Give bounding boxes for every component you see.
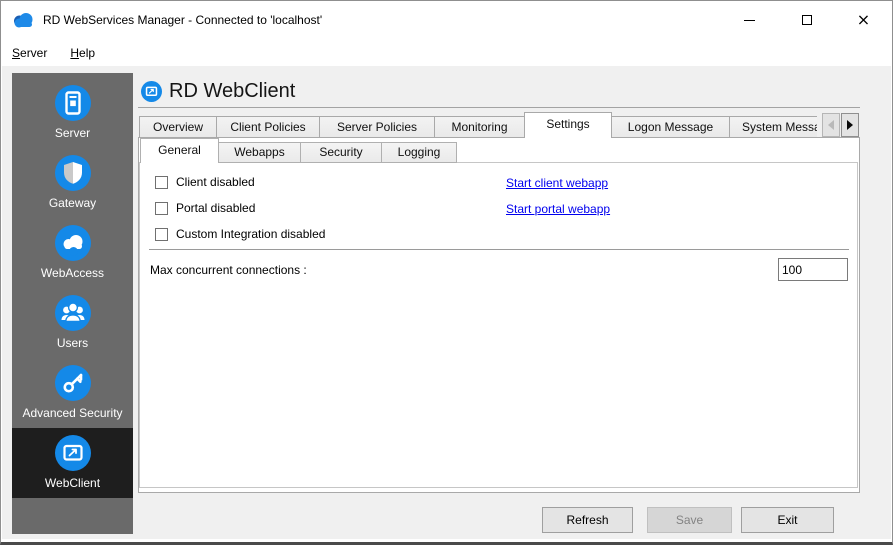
scroll-left-icon — [828, 120, 834, 130]
start-portal-webapp-link[interactable]: Start portal webapp — [506, 202, 610, 216]
title-bar: RD WebServices Manager - Connected to 'l… — [1, 1, 892, 39]
general-tab-page: Client disabled Start client webapp Port… — [139, 162, 858, 488]
secondary-tab-strip: General Webapps Security Logging — [140, 138, 457, 163]
app-cloud-icon — [14, 13, 33, 28]
app-window: RD WebServices Manager - Connected to 'l… — [0, 0, 893, 545]
key-icon — [54, 365, 91, 401]
tab-scroll-left-button[interactable] — [822, 113, 840, 137]
client-area: Server Gateway WebAccess Users Advanced … — [2, 66, 891, 539]
tab-webapps[interactable]: Webapps — [218, 142, 301, 163]
primary-tab-strip: Overview Client Policies Server Policies… — [139, 112, 817, 138]
checkbox-label: Client disabled — [176, 175, 255, 189]
checkbox-label: Portal disabled — [176, 201, 256, 215]
minimize-button[interactable] — [721, 1, 778, 39]
start-client-webapp-link[interactable]: Start client webapp — [506, 176, 608, 190]
tab-client-policies[interactable]: Client Policies — [216, 116, 320, 138]
sidebar-item-webclient[interactable]: WebClient — [12, 428, 133, 498]
server-icon — [54, 85, 91, 121]
shield-icon — [54, 155, 91, 191]
cloud-icon — [54, 225, 91, 261]
tab-monitoring[interactable]: Monitoring — [434, 116, 525, 138]
tab-system-messages[interactable]: System Messa — [729, 116, 817, 138]
sidebar-item-label: Server — [54, 126, 91, 140]
checkbox-icon — [155, 201, 168, 215]
menu-help[interactable]: Help — [68, 44, 97, 62]
monitor-icon — [54, 435, 91, 471]
sidebar-item-label: WebAccess — [40, 266, 105, 280]
checkbox-icon — [155, 175, 168, 189]
menu-server[interactable]: Server — [10, 44, 49, 62]
page-header: RD WebClient — [141, 80, 295, 103]
sidebar-item-label: WebClient — [44, 476, 101, 490]
client-disabled-checkbox[interactable]: Client disabled — [155, 175, 255, 189]
custom-integration-disabled-checkbox[interactable]: Custom Integration disabled — [155, 227, 325, 241]
maximize-icon — [801, 15, 812, 25]
sidebar-item-label: Advanced Security — [22, 406, 123, 420]
exit-button[interactable]: Exit — [741, 507, 834, 533]
header-divider — [138, 107, 860, 108]
tab-overview[interactable]: Overview — [139, 116, 217, 138]
content-divider — [149, 249, 849, 250]
refresh-button[interactable]: Refresh — [542, 507, 633, 533]
tab-server-policies[interactable]: Server Policies — [319, 116, 435, 138]
tab-scroll-right-button[interactable] — [841, 113, 859, 137]
window-title: RD WebServices Manager - Connected to 'l… — [43, 13, 323, 27]
tab-scroll-buttons — [822, 113, 859, 137]
page-title: RD WebClient — [169, 80, 296, 102]
max-connections-input[interactable] — [778, 258, 848, 281]
sidebar-item-label: Users — [56, 336, 89, 350]
minimize-icon — [744, 19, 755, 21]
tab-security[interactable]: Security — [300, 142, 382, 163]
window-controls: × — [721, 1, 892, 39]
checkbox-label: Custom Integration disabled — [176, 227, 326, 241]
checkbox-icon — [155, 227, 168, 241]
page-monitor-icon — [141, 81, 162, 102]
menu-bar: Server Help — [2, 39, 891, 66]
sidebar-item-server[interactable]: Server — [12, 78, 133, 148]
portal-disabled-checkbox[interactable]: Portal disabled — [155, 201, 255, 215]
max-connections-label: Max concurrent connections : — [150, 263, 307, 277]
maximize-button[interactable] — [778, 1, 835, 39]
close-icon: × — [856, 10, 871, 29]
sidebar-item-label: Gateway — [48, 196, 97, 210]
tab-logging[interactable]: Logging — [381, 142, 457, 163]
sidebar-item-users[interactable]: Users — [12, 288, 133, 358]
sidebar-item-advanced-security[interactable]: Advanced Security — [12, 358, 133, 428]
close-button[interactable]: × — [835, 1, 892, 39]
tab-settings[interactable]: Settings — [524, 112, 612, 138]
sidebar-item-webaccess[interactable]: WebAccess — [12, 218, 133, 288]
save-button[interactable]: Save — [647, 507, 732, 533]
scroll-right-icon — [847, 120, 853, 130]
sidebar: Server Gateway WebAccess Users Advanced … — [12, 73, 133, 534]
users-icon — [54, 295, 91, 331]
sidebar-item-gateway[interactable]: Gateway — [12, 148, 133, 218]
tab-general[interactable]: General — [140, 138, 219, 163]
tab-logon-message[interactable]: Logon Message — [611, 116, 730, 138]
